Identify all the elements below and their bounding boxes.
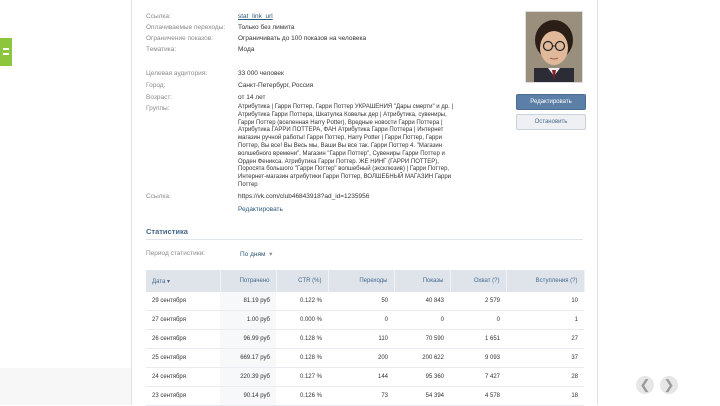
period-value: По дням	[240, 251, 266, 258]
cell-joins: 18	[506, 386, 584, 406]
cell-impressions: 95 360	[394, 367, 450, 387]
cell-ctr: 0.128 %	[276, 348, 328, 368]
col-joins[interactable]: Вступления (?)	[506, 270, 585, 292]
col-date[interactable]: Дата ▾	[146, 270, 221, 292]
cell-impressions: 54 394	[394, 386, 450, 406]
menu-line	[3, 53, 9, 55]
field-value: Мода	[238, 46, 255, 53]
cell-clicks: 144	[328, 367, 394, 387]
cell-clicks: 110	[328, 329, 394, 349]
col-ctr[interactable]: CTR (%)	[276, 270, 329, 292]
cell-date: 27 сентября	[146, 310, 220, 330]
field-label: Город:	[146, 82, 166, 89]
table-row: 29 сентября 81.19 руб 0.122 % 50 40 843 …	[146, 292, 584, 311]
field-value[interactable]: https://vk.com/club46843918?ad_id=123595…	[238, 193, 369, 201]
menu-line	[3, 48, 9, 50]
table-row: 24 сентября 220.39 руб 0.127 % 144 95 36…	[146, 367, 584, 387]
cell-joins: 28	[506, 367, 584, 387]
col-reach[interactable]: Охват (?)	[450, 270, 507, 292]
stop-ad-button[interactable]: Остановить	[516, 114, 586, 130]
cell-reach: 4 578	[450, 386, 506, 406]
cell-clicks: 50	[328, 292, 394, 311]
side-menu-tab[interactable]	[0, 38, 12, 66]
edit-link[interactable]: Редактировать	[238, 206, 283, 214]
field-value: Только без лимита	[238, 24, 295, 31]
stats-table: Дата ▾ Потрачено CTR (%) Переходы Показы…	[146, 270, 585, 406]
cell-joins: 10	[506, 292, 584, 311]
cell-spent: 96.99 руб	[220, 329, 276, 349]
cell-ctr: 0.126 %	[276, 386, 328, 406]
field-label: Оплачиваемые переходы:	[146, 24, 226, 31]
cell-reach: 9 093	[450, 348, 506, 368]
col-clicks[interactable]: Переходы	[328, 270, 395, 292]
edit-ad-button[interactable]: Редактировать	[516, 94, 586, 110]
field-value: 33 000 человек	[238, 70, 284, 77]
field-label: Ограничение показов:	[146, 35, 213, 42]
ad-image	[525, 11, 583, 83]
cell-spent: 669.17 руб	[220, 348, 276, 368]
field-value: Ограничивать до 100 показов на человека	[238, 35, 367, 42]
field-value-link[interactable]: stat_link_url	[238, 13, 273, 21]
cell-reach: 2 579	[450, 292, 506, 311]
field-label: Целевая аудитория:	[146, 70, 208, 77]
footer-area	[0, 368, 131, 405]
table-row: 26 сентября 96.99 руб 0.128 % 110 70 590…	[146, 329, 584, 349]
cell-ctr: 0.122 %	[276, 292, 328, 311]
cell-reach: 0	[450, 310, 506, 330]
cell-date: 26 сентября	[146, 329, 220, 349]
divider	[146, 239, 583, 240]
cell-ctr: 0.000 %	[276, 310, 328, 330]
field-label: Возраст:	[146, 94, 173, 101]
field-label: Группы:	[146, 105, 170, 112]
col-impressions[interactable]: Показы	[394, 270, 451, 292]
table-row: 23 сентября 90.14 руб 0.126 % 73 54 394 …	[146, 386, 584, 406]
chevron-left-icon: ❮	[639, 377, 651, 392]
chevron-right-icon: ❯	[663, 377, 675, 392]
table-header-row: Дата ▾ Потрачено CTR (%) Переходы Показы…	[146, 270, 585, 292]
ad-details-panel: Ссылка: stat_link_url Оплачиваемые перех…	[131, 0, 598, 406]
cell-spent: 90.14 руб	[220, 386, 276, 406]
portrait-image	[526, 12, 582, 82]
field-label: Ссылка:	[146, 13, 171, 20]
cell-reach: 7 427	[450, 367, 506, 387]
cell-ctr: 0.127 %	[276, 367, 328, 387]
cell-ctr: 0.128 %	[276, 329, 328, 349]
cell-impressions: 0	[394, 310, 450, 330]
col-spent[interactable]: Потрачено	[220, 270, 277, 292]
cell-date: 23 сентября	[146, 386, 220, 406]
field-value: от 14 лет	[238, 94, 266, 101]
table-row: 25 сентября 669.17 руб 0.128 % 200 200 6…	[146, 348, 584, 368]
chevron-down-icon: ▾	[267, 251, 273, 258]
previous-slide-button[interactable]: ❮	[636, 376, 654, 394]
cell-joins: 37	[506, 348, 584, 368]
stats-title: Статистика	[146, 227, 188, 236]
cell-spent: 81.19 руб	[220, 292, 276, 311]
period-label: Период статистики:	[146, 250, 205, 257]
cell-impressions: 200 622	[394, 348, 450, 368]
cell-date: 25 сентября	[146, 348, 220, 368]
table-row: 27 сентября 1.00 руб 0.000 % 0 0 0 1	[146, 310, 584, 330]
sort-arrow-icon: ▾	[166, 278, 170, 285]
field-label: Ссылка:	[146, 193, 171, 200]
cell-spent: 220.39 руб	[220, 367, 276, 387]
period-dropdown[interactable]: По дням ▾	[240, 250, 272, 258]
field-value: Санкт-Петербург, Россия	[238, 82, 314, 89]
cell-impressions: 40 843	[394, 292, 450, 311]
cell-date: 29 сентября	[146, 292, 220, 311]
cell-joins: 27	[506, 329, 584, 349]
cell-reach: 1 651	[450, 329, 506, 349]
next-slide-button[interactable]: ❯	[660, 376, 678, 394]
cell-joins: 1	[506, 310, 584, 330]
cell-impressions: 70 590	[394, 329, 450, 349]
cell-clicks: 0	[328, 310, 394, 330]
cell-clicks: 200	[328, 348, 394, 368]
cell-spent: 1.00 руб	[220, 310, 276, 330]
groups-list: Атрибутика | Гарри Поттер, Гарри Поттер …	[238, 104, 454, 188]
cell-clicks: 73	[328, 386, 394, 406]
field-label: Тематика:	[146, 46, 177, 53]
cell-date: 24 сентября	[146, 367, 220, 387]
